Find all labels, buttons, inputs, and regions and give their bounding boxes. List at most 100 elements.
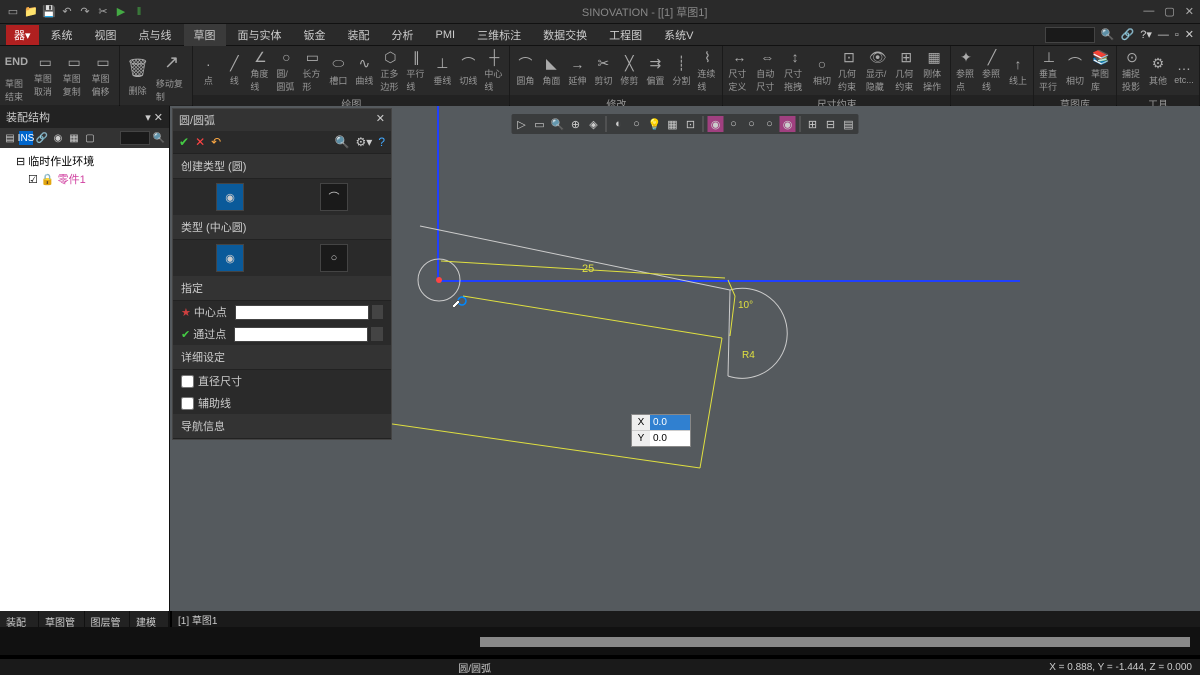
tab-analyze[interactable]: 分析 (382, 24, 424, 46)
maximize-button[interactable]: ▢ (1164, 5, 1174, 18)
tab-system-v[interactable]: 系统V (654, 24, 703, 46)
prop-sect-create-type[interactable]: 创建类型 (圆) (173, 154, 391, 179)
tool-snap-project[interactable]: ⊙捕捉投影 (1122, 48, 1142, 93)
bottab-history[interactable]: 建模历史 (130, 611, 169, 627)
assembly-tree[interactable]: ⊟ 临时作业环境 ☑ 🔒 零件1 (0, 148, 169, 611)
tool-cut[interactable]: ✂剪切 (593, 55, 613, 87)
tool-ref-line[interactable]: ╱参照线 (982, 48, 1002, 93)
tool-sketch-lib[interactable]: 📚草图库 (1091, 48, 1111, 93)
prop-center-pick[interactable] (372, 305, 383, 319)
qat-pause-icon[interactable]: ‖ (132, 5, 146, 19)
tab-assembly[interactable]: 装配 (338, 24, 380, 46)
tool-perpendicular[interactable]: ⊥垂线 (432, 55, 452, 87)
tab-pmi[interactable]: PMI (426, 26, 466, 44)
coordinate-input-popup[interactable]: X0.0 Y0.0 (631, 414, 691, 447)
prop-center-input[interactable] (235, 305, 369, 320)
bottab-layer-mgr[interactable]: 图层管理器 (85, 611, 131, 627)
tool-trim[interactable]: ╳修剪 (619, 55, 639, 87)
minimize-ribbon-icon[interactable]: — (1158, 29, 1169, 41)
prop-ok-icon[interactable]: ✔ (179, 135, 189, 149)
tool-dim-drag[interactable]: ↕尺寸拖拽 (784, 48, 806, 93)
tool-delete[interactable]: 🗑删除 (125, 55, 150, 97)
tree-tool-5[interactable]: ▦ (67, 131, 81, 145)
minimize-button[interactable]: — (1143, 5, 1154, 18)
tool-polyline[interactable]: ⌇连续线 (697, 48, 717, 93)
qat-redo-icon[interactable]: ↷ (78, 5, 92, 19)
prop-cancel-icon[interactable]: ✕ (195, 135, 205, 149)
tool-polygon[interactable]: ⬡正多边形 (380, 48, 400, 93)
prop-undo-icon[interactable]: ↶ (211, 135, 221, 149)
close-button[interactable]: ✕ (1185, 5, 1194, 18)
tool-vert-parallel[interactable]: ⊥垂直平行 (1039, 48, 1059, 93)
search-icon[interactable]: 🔍 (1101, 28, 1115, 41)
restore-icon[interactable]: ▫ (1175, 29, 1179, 41)
help-icon[interactable]: ?▾ (1140, 28, 1152, 41)
prop-circle-mode[interactable]: ◉ (216, 183, 244, 211)
tool-auto-dim[interactable]: ⇔自动尺寸 (756, 48, 778, 93)
tool-slot[interactable]: ⬭槽口 (328, 55, 348, 87)
tool-on-line[interactable]: ↑线上 (1008, 55, 1028, 87)
tab-face-solid[interactable]: 面与实体 (228, 24, 292, 46)
tree-tool-1[interactable]: ▤ (3, 131, 17, 145)
tree-filter-input[interactable] (120, 131, 150, 145)
tree-child[interactable]: ☑ 🔒 零件1 (4, 170, 165, 188)
tree-tool-2[interactable]: INS (19, 131, 33, 145)
prop-through-pick[interactable] (371, 327, 383, 341)
prop-3pt-circle[interactable]: ○ (320, 244, 348, 272)
panel-menu-icon[interactable]: ▾ ✕ (145, 111, 163, 124)
tool-centerline[interactable]: ┼中心线 (484, 48, 504, 93)
search-input[interactable] (1045, 27, 1095, 43)
tree-root[interactable]: ⊟ 临时作业环境 (4, 152, 165, 170)
tab-sketch[interactable]: 草图 (184, 24, 226, 46)
qat-save-icon[interactable]: 💾 (42, 5, 56, 19)
tab-point-line[interactable]: 点与线 (129, 24, 182, 46)
h-scrollbar[interactable] (480, 637, 1190, 647)
qat-undo-icon[interactable]: ↶ (60, 5, 74, 19)
tab-view[interactable]: 视图 (85, 24, 127, 46)
tool-extend[interactable]: →延伸 (567, 55, 587, 87)
tool-end[interactable]: END草图结束 (5, 48, 28, 103)
bottab-assembly[interactable]: 装配结构 (0, 611, 39, 627)
link-icon[interactable]: 🔗 (1121, 28, 1135, 41)
qat-cut-icon[interactable]: ✂ (96, 5, 110, 19)
prop-close-icon[interactable]: ✕ (376, 112, 385, 128)
tree-search-icon[interactable]: 🔍 (152, 131, 166, 145)
tree-tool-4[interactable]: ◉ (51, 131, 65, 145)
qat-new-icon[interactable]: ▭ (6, 5, 20, 19)
tool-spline[interactable]: ∿曲线 (354, 55, 374, 87)
tool-move-copy[interactable]: ↗移动复制 (156, 48, 188, 103)
prop-sect-detail[interactable]: 详细设定 (173, 345, 391, 370)
tool-angle-line[interactable]: ∠角度线 (250, 48, 270, 93)
tool-tangent[interactable]: ⌒切线 (458, 55, 478, 87)
tool-sketch-offset[interactable]: ▭草图偏移 (92, 53, 115, 98)
prop-settings-icon[interactable]: ⚙▾ (356, 135, 373, 149)
prop-sect-nav[interactable]: 导航信息 (173, 414, 391, 439)
qat-play-icon[interactable]: ▶ (114, 5, 128, 19)
tool-show-hide[interactable]: 👁显示/隐藏 (866, 48, 889, 93)
tool-sketch-cancel[interactable]: ▭草图取消 (34, 53, 57, 98)
prop-arc-mode[interactable]: ⌒ (320, 183, 348, 211)
prop-help-icon[interactable]: ? (378, 135, 385, 149)
tool-rigid[interactable]: ▦刚体操作 (923, 48, 945, 93)
tab-drawing[interactable]: 工程图 (599, 24, 652, 46)
y-input[interactable]: 0.0 (650, 431, 690, 446)
tool-circle-arc[interactable]: ○圆/圆弧 (276, 48, 296, 93)
x-input[interactable]: 0.0 (650, 415, 690, 430)
tool-line[interactable]: ╱线 (224, 55, 244, 87)
tool-offset[interactable]: ⇉偏置 (645, 55, 665, 87)
tab-data-exchange[interactable]: 数据交换 (533, 24, 597, 46)
tool-tangent-c[interactable]: ○相切 (812, 55, 832, 87)
tool-rectangle[interactable]: ▭长方形 (302, 48, 322, 93)
tool-chamfer[interactable]: ◣角面 (541, 55, 561, 87)
tool-dim-define[interactable]: ↔尺寸定义 (728, 48, 750, 93)
prop-construction-check[interactable] (181, 397, 194, 410)
prop-sect-circle-type[interactable]: 类型 (中心圆) (173, 215, 391, 240)
tab-3d-annot[interactable]: 三维标注 (467, 24, 531, 46)
tool-other[interactable]: ⚙其他 (1148, 55, 1168, 87)
tool-ref-point[interactable]: ✦参照点 (956, 48, 976, 93)
tool-tangent-2[interactable]: ⌒相切 (1065, 55, 1085, 87)
tool-point[interactable]: ·点 (198, 55, 218, 87)
prop-zoom-icon[interactable]: 🔍 (335, 135, 350, 149)
prop-sect-specify[interactable]: 指定 (173, 276, 391, 301)
tab-sheetmetal[interactable]: 钣金 (294, 24, 336, 46)
